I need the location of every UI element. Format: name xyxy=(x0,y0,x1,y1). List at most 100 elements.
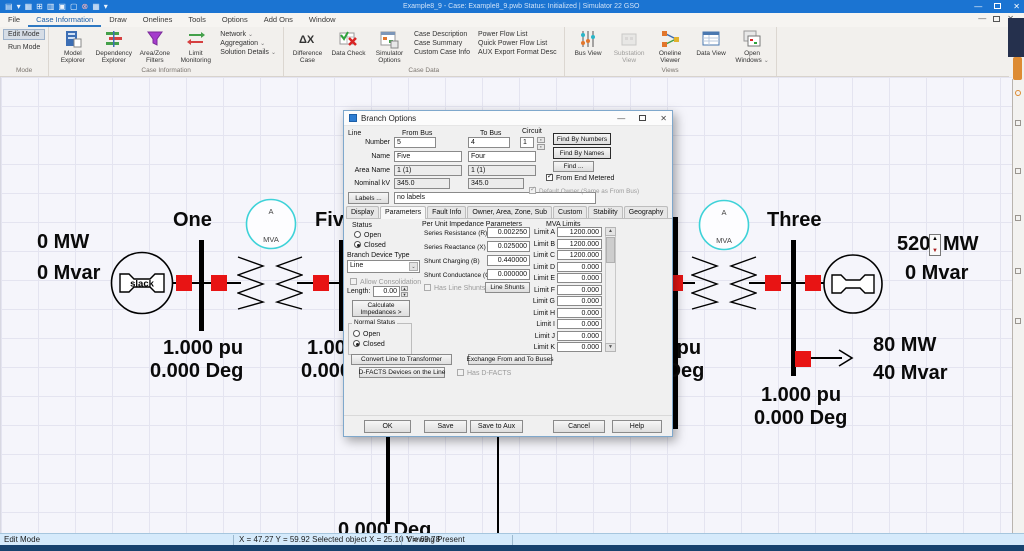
series-resistance-field[interactable]: 0.002250 xyxy=(487,227,530,238)
area-zone-filters-button[interactable]: Area/Zone Filters xyxy=(134,28,175,64)
ok-button[interactable]: OK xyxy=(364,420,411,433)
gen-mw-spinner[interactable]: ▲ ▼ xyxy=(929,234,941,256)
dialog-maximize-icon[interactable] xyxy=(639,115,647,121)
dialog-close-icon[interactable]: ✕ xyxy=(660,114,667,123)
close-button[interactable]: ✕ xyxy=(1013,0,1020,13)
mva-gauge[interactable]: A MVA xyxy=(698,199,750,251)
child-minimize-icon[interactable]: — xyxy=(978,14,986,23)
bus-view-button[interactable]: Bus View xyxy=(568,28,609,57)
edit-mode-button[interactable]: Edit Mode xyxy=(3,29,45,40)
transformer-four-three[interactable] xyxy=(691,256,757,310)
limit-e-field[interactable]: 0.000 xyxy=(557,273,602,283)
oneline-viewer-button[interactable]: Oneline Viewer xyxy=(650,28,691,64)
limit-j-field[interactable]: 0.000 xyxy=(557,331,602,341)
limit-d-field[interactable]: 0.000 xyxy=(557,262,602,272)
breaker-square[interactable] xyxy=(313,275,329,291)
quick-icon-save[interactable]: ▤ xyxy=(5,0,13,13)
limit-a-field[interactable]: 1200.000 xyxy=(557,227,602,237)
transformer-one-five[interactable] xyxy=(237,256,303,310)
save-button[interactable]: Save xyxy=(424,420,467,433)
help-button[interactable]: Help xyxy=(612,420,662,433)
menu-tab-tools[interactable]: Tools xyxy=(180,13,214,27)
dialog-title-bar[interactable]: Branch Options — ✕ xyxy=(344,111,672,126)
limit-monitoring-button[interactable]: Limit Monitoring xyxy=(175,28,216,64)
quick-icon-tool-5[interactable]: ▢ xyxy=(70,0,78,13)
model-explorer-button[interactable]: Model Explorer xyxy=(52,28,93,64)
right-edge-panel[interactable] xyxy=(1012,79,1024,533)
shunt-conductance-field[interactable]: 0.000000 xyxy=(487,269,530,280)
data-view-button[interactable]: Data View xyxy=(691,28,732,57)
scroll-down-icon[interactable]: ▼ xyxy=(605,343,616,352)
tab-display[interactable]: Display xyxy=(346,206,379,218)
breaker-square[interactable] xyxy=(211,275,227,291)
palette-accent-bar[interactable] xyxy=(1013,57,1022,80)
from-bus-number-field[interactable]: 5 xyxy=(394,137,436,148)
limit-c-field[interactable]: 1200.000 xyxy=(557,250,602,260)
quick-icon-tool-1[interactable]: ▦ xyxy=(25,0,33,13)
save-to-aux-button[interactable]: Save to Aux xyxy=(470,420,523,433)
device-type-select[interactable]: Line ⌄ xyxy=(347,260,420,273)
bus-bar-four[interactable] xyxy=(673,217,678,429)
find-button[interactable]: Find ... xyxy=(553,161,594,172)
spinner-down-icon[interactable]: ▼ xyxy=(932,248,938,254)
find-by-numbers-button[interactable]: Find By Numbers xyxy=(553,133,611,145)
quick-icon-tool-6[interactable]: ▦ xyxy=(92,0,100,13)
tab-custom[interactable]: Custom xyxy=(553,206,588,218)
run-mode-button[interactable]: Run Mode xyxy=(3,42,45,53)
normal-open-radio[interactable]: Open xyxy=(353,330,380,338)
tab-stability[interactable]: Stability xyxy=(588,206,623,218)
status-open-radio[interactable]: Open xyxy=(354,231,381,239)
network-menu-button[interactable]: Network ⌄ xyxy=(216,30,280,39)
child-restore-icon[interactable] xyxy=(993,15,1001,22)
find-by-names-button[interactable]: Find By Names xyxy=(553,147,611,159)
dialog-minimize-icon[interactable]: — xyxy=(617,114,625,123)
data-check-button[interactable]: Data Check xyxy=(328,28,369,57)
menu-tab-options[interactable]: Options xyxy=(214,13,256,27)
bus-bar-one[interactable] xyxy=(199,240,204,331)
slack-generator[interactable]: slack xyxy=(109,250,175,316)
status-closed-radio[interactable]: Closed xyxy=(354,241,386,249)
circuit-field[interactable]: 1 xyxy=(520,137,534,148)
maximize-button[interactable] xyxy=(994,3,1002,9)
cancel-button[interactable]: Cancel xyxy=(553,420,605,433)
circuit-up-button[interactable]: ▪ xyxy=(537,137,545,143)
aux-export-format-button[interactable]: AUX Export Format Desc xyxy=(474,48,561,57)
aggregation-menu-button[interactable]: Aggregation ⌄ xyxy=(216,39,280,48)
quick-power-flow-list-button[interactable]: Quick Power Flow List xyxy=(474,39,561,48)
spinner-up-icon[interactable]: ▲ xyxy=(932,236,938,242)
tab-fault-info[interactable]: Fault Info xyxy=(427,206,467,218)
shunt-charging-field[interactable]: 0.440000 xyxy=(487,255,530,266)
labels-button[interactable]: Labels ... xyxy=(348,192,389,204)
scrollbar-thumb[interactable] xyxy=(606,237,615,263)
quick-icon-customize[interactable]: ▾ xyxy=(104,0,108,13)
case-summary-button[interactable]: Case Summary xyxy=(410,39,474,48)
limit-k-field[interactable]: 0.000 xyxy=(557,342,602,352)
from-end-metered-checkbox[interactable]: From End Metered xyxy=(546,173,614,182)
tab-geography[interactable]: Geography xyxy=(623,206,669,218)
calculate-impedances-button[interactable]: Calculate Impedances > xyxy=(352,300,410,317)
limit-i-field[interactable]: 0.000 xyxy=(557,319,602,329)
menu-tab-draw[interactable]: Draw xyxy=(101,13,135,27)
length-field[interactable]: 0.00 xyxy=(373,286,400,297)
quick-icon-tool-2[interactable]: ⊞ xyxy=(36,0,43,13)
tab-parameters[interactable]: Parameters xyxy=(379,206,427,219)
length-down-button[interactable]: ▼ xyxy=(401,292,408,297)
breaker-square[interactable] xyxy=(805,275,821,291)
scroll-up-icon[interactable]: ▲ xyxy=(605,227,616,236)
limit-b-field[interactable]: 1200.000 xyxy=(557,239,602,249)
tab-owner-area-zone-sub[interactable]: Owner, Area, Zone, Sub xyxy=(467,206,553,218)
length-up-button[interactable]: ▲ xyxy=(401,286,408,291)
case-description-button[interactable]: Case Description xyxy=(410,30,474,39)
quick-icon-abort[interactable]: ⊗ xyxy=(82,0,89,13)
normal-closed-radio[interactable]: Closed xyxy=(353,340,385,348)
line-shunts-button[interactable]: Line Shunts xyxy=(485,282,530,293)
breaker-square[interactable] xyxy=(795,351,811,367)
generator-three[interactable] xyxy=(822,253,884,315)
convert-line-to-transformer-button[interactable]: Convert Line to Transformer xyxy=(351,354,452,365)
simulator-options-button[interactable]: Simulator Options xyxy=(369,28,410,64)
custom-case-info-button[interactable]: Custom Case Info xyxy=(410,48,474,57)
breaker-square[interactable] xyxy=(176,275,192,291)
power-flow-list-button[interactable]: Power Flow List xyxy=(474,30,561,39)
menu-tab-file[interactable]: File xyxy=(0,13,28,27)
menu-tab-addons[interactable]: Add Ons xyxy=(256,13,301,27)
